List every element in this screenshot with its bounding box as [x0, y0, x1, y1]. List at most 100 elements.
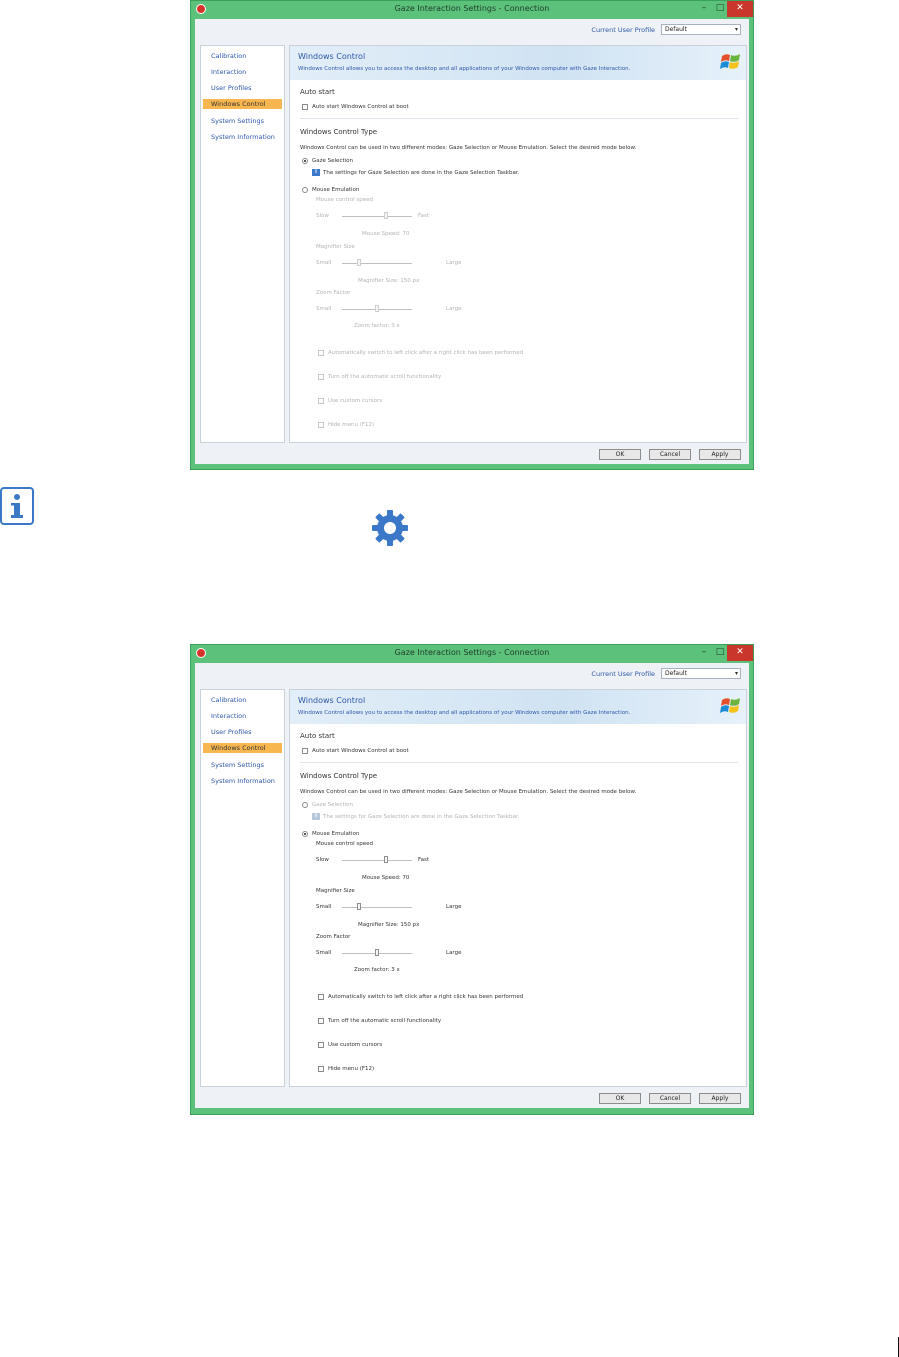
speed-slider-thumb[interactable] [384, 212, 388, 219]
sidebar-item-interaction[interactable]: Interaction [211, 68, 246, 76]
mouse-emulation-label: Mouse Emulation [312, 187, 360, 193]
sidebar-item-calibration[interactable]: Calibration [211, 696, 246, 704]
speed-slider-track[interactable] [342, 860, 412, 861]
close-button[interactable]: ✕ [727, 1, 753, 17]
magnifier-value: Magnifier Size: 150 px [358, 922, 420, 928]
info-icon: i [312, 813, 320, 820]
magnifier-slider-thumb[interactable] [357, 903, 361, 910]
hide-menu-label: Hide menu (F12) [328, 422, 375, 428]
speed-slider-track[interactable] [342, 216, 412, 217]
sidebar: Calibration Interaction User Profiles Wi… [200, 45, 285, 443]
autostart-label: Auto start Windows Control at boot [312, 104, 409, 110]
hide-menu-label: Hide menu (F12) [328, 1066, 375, 1072]
speed-min-label: Slow [316, 213, 329, 219]
ok-button[interactable]: OK [599, 449, 641, 460]
magnifier-value: Magnifier Size: 150 px [358, 278, 420, 284]
gaze-info-text: The settings for Gaze Selection are done… [323, 170, 520, 176]
sidebar-item-user-profiles[interactable]: User Profiles [211, 728, 251, 736]
sidebar-item-interaction[interactable]: Interaction [211, 712, 246, 720]
scroll-off-checkbox[interactable] [318, 374, 324, 380]
gaze-info-text: The settings for Gaze Selection are done… [323, 814, 520, 820]
sidebar-item-windows-control[interactable]: Windows Control [203, 99, 282, 109]
main-panel: Windows Control Windows Control allows y… [289, 45, 747, 443]
divider [300, 762, 738, 763]
zoom-slider-thumb[interactable] [375, 949, 379, 956]
apply-button[interactable]: Apply [699, 449, 741, 460]
zoom-label: Zoom Factor [316, 934, 351, 940]
window-title: Gaze Interaction Settings - Connection [394, 648, 550, 657]
mouse-emulation-radio[interactable] [302, 831, 308, 837]
sidebar-item-system-information[interactable]: System Information [211, 777, 275, 785]
header-banner: Windows Control Windows Control allows y… [290, 46, 746, 80]
sidebar-item-system-information[interactable]: System Information [211, 133, 275, 141]
profile-bar: Current User Profile Default ▾ [195, 19, 749, 41]
settings-window-gaze-selection: Gaze Interaction Settings - Connection –… [190, 0, 754, 470]
window-title: Gaze Interaction Settings - Connection [394, 4, 550, 13]
cancel-button[interactable]: Cancel [649, 1093, 691, 1104]
magnifier-slider-track[interactable] [342, 263, 412, 264]
mouse-emulation-radio[interactable] [302, 187, 308, 193]
sidebar-item-user-profiles[interactable]: User Profiles [211, 84, 251, 92]
speed-max-label: Fast [418, 213, 430, 219]
sidebar-item-system-settings[interactable]: System Settings [211, 761, 264, 769]
speed-label: Mouse control speed [316, 197, 374, 203]
magnifier-max-label: Large [446, 260, 462, 266]
control-type-description: Windows Control can be used in two diffe… [300, 789, 637, 795]
custom-cursors-label: Use custom cursors [328, 1042, 383, 1048]
profile-label: Current User Profile [591, 26, 655, 34]
divider [300, 118, 738, 119]
profile-dropdown[interactable]: Default ▾ [661, 668, 741, 679]
speed-max-label: Fast [418, 857, 430, 863]
chevron-down-icon: ▾ [734, 670, 738, 677]
magnifier-slider-thumb[interactable] [357, 259, 361, 266]
hide-menu-checkbox[interactable] [318, 1066, 324, 1072]
sidebar-item-system-settings[interactable]: System Settings [211, 117, 264, 125]
gear-icon [372, 510, 408, 546]
cancel-button[interactable]: Cancel [649, 449, 691, 460]
title-bar[interactable]: Gaze Interaction Settings - Connection –… [191, 645, 753, 663]
magnifier-label: Magnifier Size [316, 244, 355, 250]
gaze-selection-label: Gaze Selection [312, 802, 353, 808]
title-bar[interactable]: Gaze Interaction Settings - Connection –… [191, 1, 753, 19]
magnifier-slider-track[interactable] [342, 907, 412, 908]
control-type-heading: Windows Control Type [300, 772, 378, 780]
magnifier-min-label: Small [316, 904, 332, 910]
speed-value: Mouse Speed: 70 [362, 875, 410, 881]
scroll-off-label: Turn off the automatic scroll functional… [328, 1018, 442, 1024]
info-icon: i [312, 169, 320, 176]
sidebar-item-windows-control[interactable]: Windows Control [203, 743, 282, 753]
profile-value: Default [665, 670, 687, 677]
auto-left-click-checkbox[interactable] [318, 994, 324, 1000]
zoom-label: Zoom Factor [316, 290, 351, 296]
zoom-min-label: Small [316, 306, 332, 312]
profile-dropdown[interactable]: Default ▾ [661, 24, 741, 35]
autostart-checkbox[interactable] [302, 748, 308, 754]
zoom-slider-thumb[interactable] [375, 305, 379, 312]
window-client: Current User Profile Default ▾ Calibrati… [195, 663, 749, 1108]
autostart-label: Auto start Windows Control at boot [312, 748, 409, 754]
apply-button[interactable]: Apply [699, 1093, 741, 1104]
page-description: Windows Control allows you to access the… [298, 710, 631, 716]
autostart-checkbox[interactable] [302, 104, 308, 110]
speed-min-label: Slow [316, 857, 329, 863]
close-button[interactable]: ✕ [727, 645, 753, 661]
sidebar-item-calibration[interactable]: Calibration [211, 52, 246, 60]
sidebar: Calibration Interaction User Profiles Wi… [200, 689, 285, 1087]
auto-left-click-checkbox[interactable] [318, 350, 324, 356]
hide-menu-checkbox[interactable] [318, 422, 324, 428]
ok-button[interactable]: OK [599, 1093, 641, 1104]
zoom-value: Zoom factor: 3 x [354, 967, 400, 973]
gaze-selection-radio[interactable] [302, 158, 308, 164]
control-type-heading: Windows Control Type [300, 128, 378, 136]
custom-cursors-checkbox[interactable] [318, 1042, 324, 1048]
zoom-value: Zoom factor: 3 x [354, 323, 400, 329]
page-description: Windows Control allows you to access the… [298, 66, 631, 72]
magnifier-max-label: Large [446, 904, 462, 910]
profile-bar: Current User Profile Default ▾ [195, 663, 749, 685]
autostart-heading: Auto start [300, 732, 335, 740]
gaze-selection-label: Gaze Selection [312, 158, 353, 164]
scroll-off-checkbox[interactable] [318, 1018, 324, 1024]
speed-slider-thumb[interactable] [384, 856, 388, 863]
gaze-selection-radio[interactable] [302, 802, 308, 808]
custom-cursors-checkbox[interactable] [318, 398, 324, 404]
